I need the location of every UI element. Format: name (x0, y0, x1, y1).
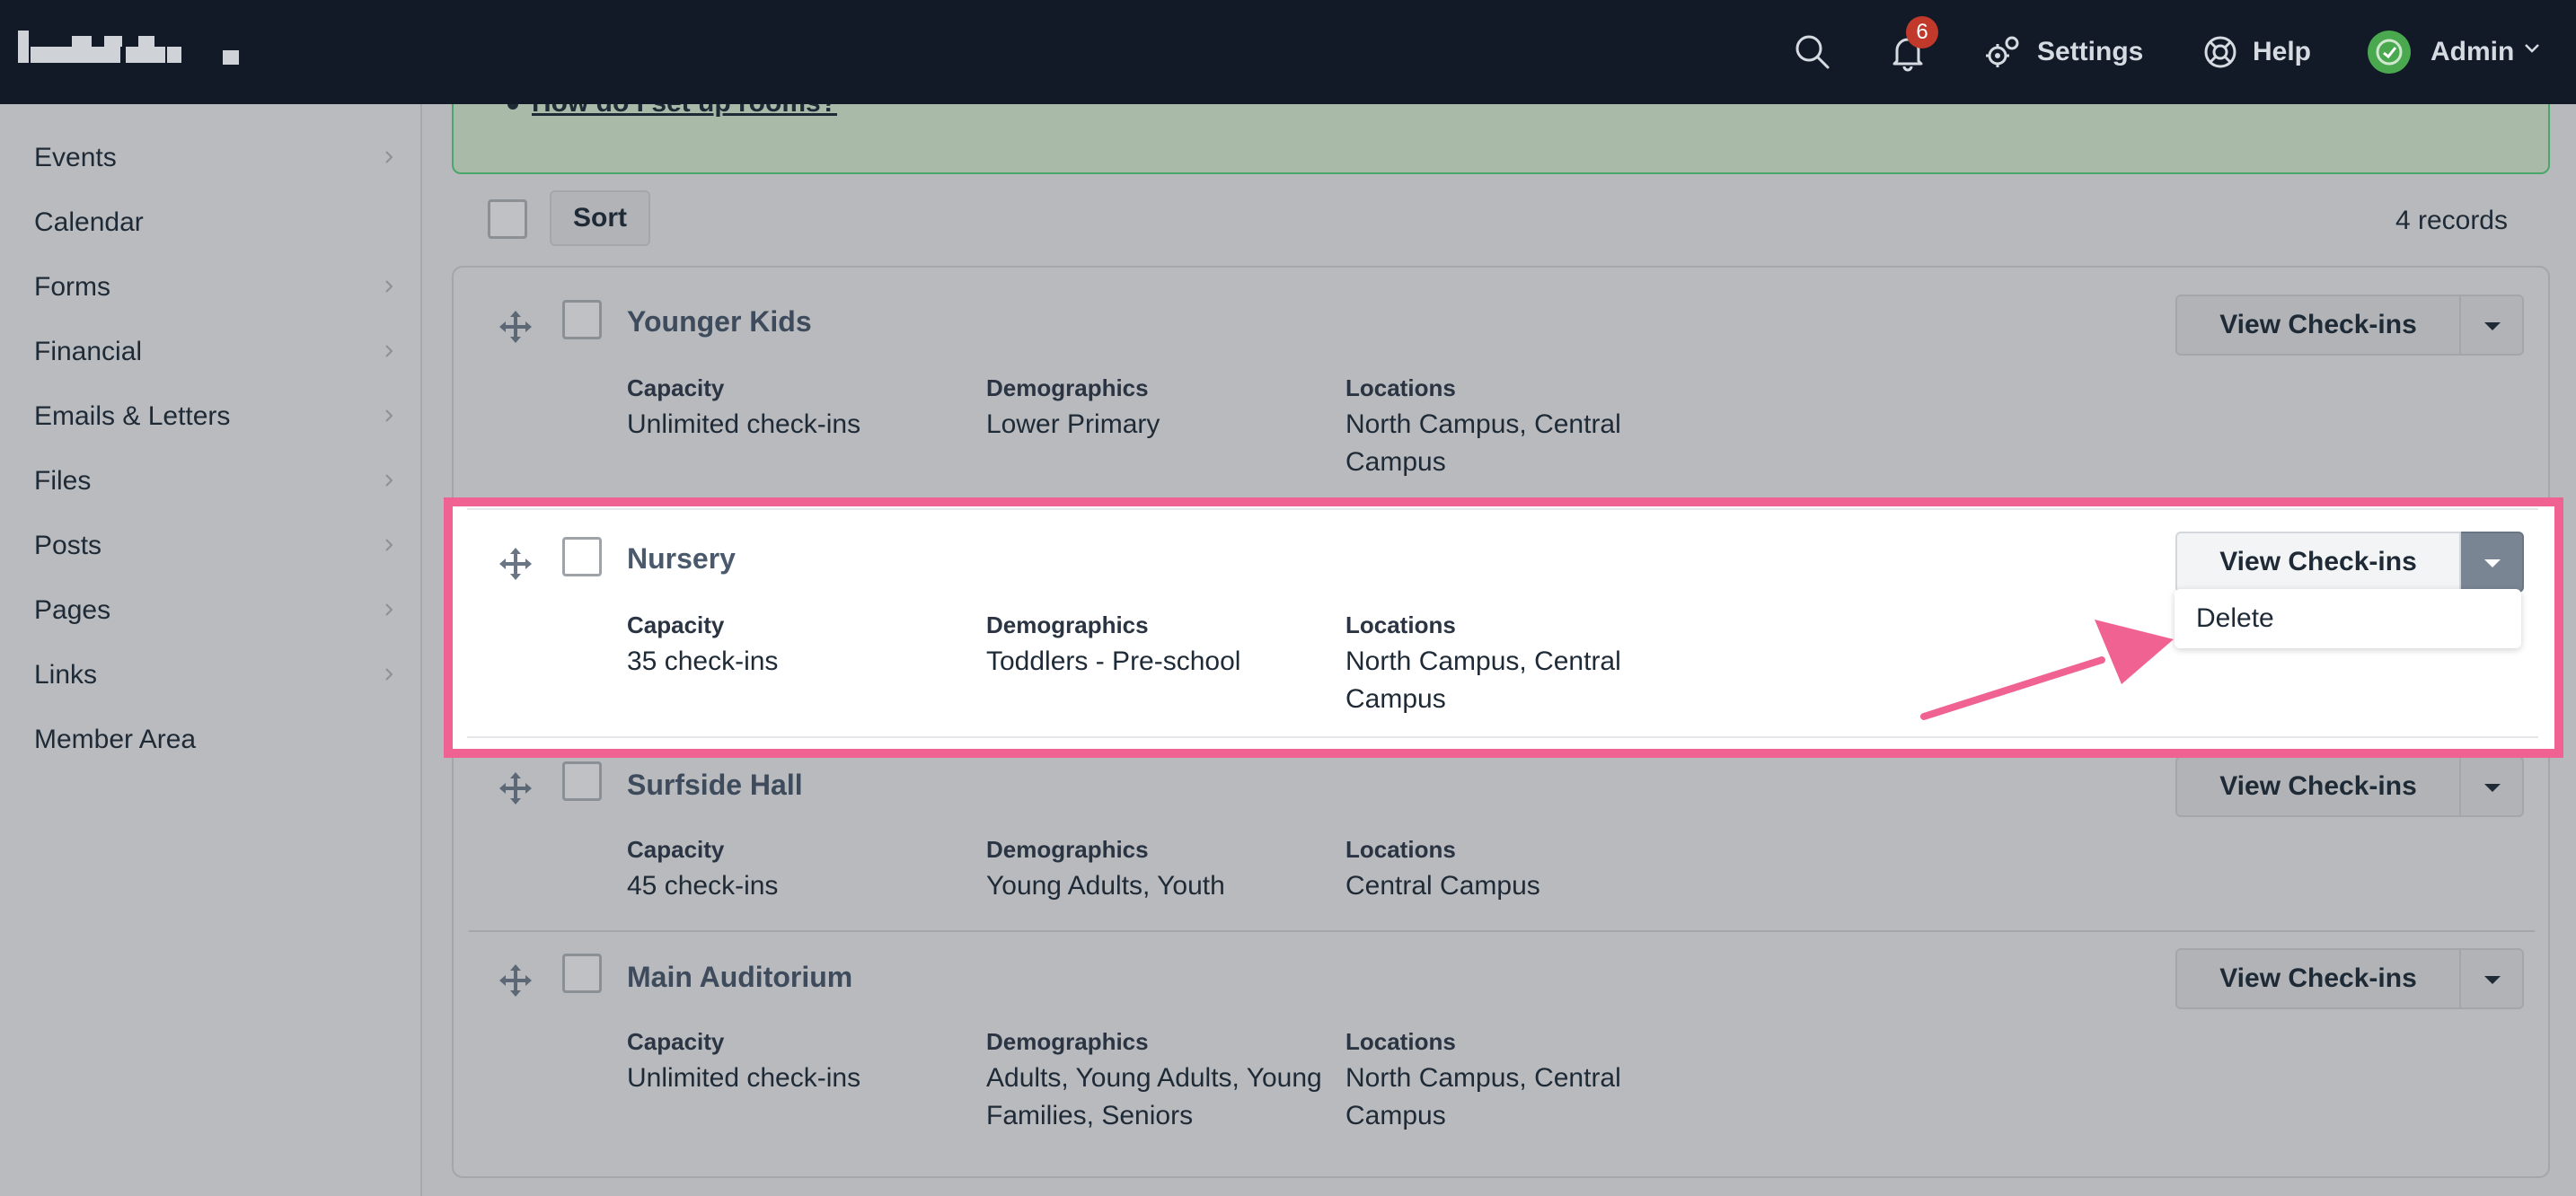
view-checkins-button[interactable]: View Check-ins (2175, 948, 2461, 1009)
row-divider (467, 508, 2538, 510)
sidebar-item-label: Financial (34, 337, 143, 366)
move-icon[interactable] (498, 309, 534, 345)
gear-icon[interactable] (1980, 29, 2026, 75)
move-icon[interactable] (498, 963, 534, 998)
sidebar-item-label: Posts (34, 531, 102, 560)
demographics-value: Toddlers - Pre-school (986, 646, 1241, 676)
select-all-checkbox[interactable] (488, 199, 527, 239)
locations-value: Central Campus (1345, 871, 1540, 901)
row-actions-dropdown-button[interactable] (2461, 948, 2524, 1009)
record-count: 4 records (2395, 206, 2508, 235)
locations-label: Locations (1345, 836, 1456, 863)
chevron-down-icon[interactable] (2520, 36, 2544, 59)
top-navigation-bar: 6 Settings Help Admin (0, 0, 2576, 104)
row-divider (467, 736, 2538, 738)
demographics-value: Lower Primary (986, 409, 1160, 439)
capacity-label: Capacity (627, 611, 725, 638)
app-logo[interactable] (18, 31, 243, 66)
capacity-value: 45 check-ins (627, 871, 779, 901)
row-checkbox[interactable] (562, 300, 602, 339)
sidebar-item-financial[interactable]: Financial (34, 329, 411, 374)
notification-count-badge: 6 (1906, 16, 1938, 48)
locations-label: Locations (1345, 374, 1456, 401)
locations-value: North Campus, Central Campus (1345, 646, 1621, 714)
sidebar-item-label: Emails & Letters (34, 401, 231, 431)
sidebar-item-member-area[interactable]: Member Area (34, 717, 411, 761)
list-item: Surfside Hall Capacity 45 check-ins Demo… (467, 749, 2533, 928)
demographics-label: Demographics (986, 611, 1149, 638)
caret-down-icon (2484, 976, 2501, 984)
sidebar-item-forms[interactable]: Forms (34, 264, 411, 309)
sidebar: Events Calendar Forms Financial Emails &… (0, 104, 422, 1196)
caret-down-icon (2484, 322, 2501, 330)
settings-link[interactable]: Settings (2037, 34, 2143, 70)
row-checkbox[interactable] (562, 537, 602, 576)
locations-value: North Campus, Central Campus (1345, 409, 1621, 477)
avatar[interactable] (2368, 31, 2411, 74)
user-menu-label[interactable]: Admin (2430, 34, 2514, 70)
sort-button[interactable]: Sort (550, 190, 650, 246)
row-actions-dropdown-button[interactable] (2461, 756, 2524, 817)
capacity-value: Unlimited check-ins (627, 1063, 861, 1093)
chevron-right-icon (379, 470, 399, 490)
sidebar-item-label: Links (34, 660, 98, 690)
sidebar-item-events[interactable]: Events (34, 135, 411, 180)
capacity-label: Capacity (627, 836, 725, 863)
sidebar-item-label: Files (34, 466, 92, 496)
capacity-value: Unlimited check-ins (627, 409, 861, 439)
caret-down-icon (2484, 784, 2501, 792)
move-icon[interactable] (498, 546, 534, 582)
chevron-right-icon (379, 535, 399, 555)
room-name[interactable]: Main Auditorium (627, 959, 852, 995)
capacity-label: Capacity (627, 1028, 725, 1055)
view-checkins-button[interactable]: View Check-ins (2175, 295, 2461, 356)
caret-down-icon (2484, 559, 2501, 567)
view-checkins-button[interactable]: View Check-ins (2175, 532, 2461, 593)
chevron-right-icon (379, 277, 399, 296)
room-name[interactable]: Younger Kids (627, 303, 812, 339)
row-actions-dropdown-button[interactable] (2461, 532, 2524, 593)
sidebar-item-label: Forms (34, 272, 110, 302)
sidebar-item-label: Events (34, 143, 117, 172)
list-item: Main Auditorium Capacity Unlimited check… (467, 941, 2533, 1174)
sidebar-item-emails-letters[interactable]: Emails & Letters (34, 393, 411, 438)
demographics-label: Demographics (986, 836, 1149, 863)
chevron-right-icon (379, 147, 399, 167)
demographics-label: Demographics (986, 374, 1149, 401)
room-name[interactable]: Surfside Hall (627, 767, 803, 803)
demographics-value: Young Adults, Youth (986, 871, 1225, 901)
row-checkbox[interactable] (562, 954, 602, 993)
chevron-right-icon (379, 406, 399, 426)
move-icon[interactable] (498, 770, 534, 806)
search-icon[interactable] (1789, 29, 1836, 75)
list-item: Younger Kids Capacity Unlimited check-in… (467, 287, 2533, 512)
sidebar-item-label: Pages (34, 595, 111, 625)
chevron-right-icon (379, 664, 399, 684)
sidebar-item-label: Calendar (34, 207, 144, 237)
sidebar-item-pages[interactable]: Pages (34, 587, 411, 632)
capacity-label: Capacity (627, 374, 725, 401)
sidebar-item-calendar[interactable]: Calendar (34, 199, 411, 244)
view-checkins-button[interactable]: View Check-ins (2175, 756, 2461, 817)
room-name[interactable]: Nursery (627, 541, 736, 576)
row-actions-dropdown-button[interactable] (2461, 295, 2524, 356)
row-divider (469, 930, 2535, 932)
chevron-right-icon (379, 341, 399, 361)
demographics-label: Demographics (986, 1028, 1149, 1055)
locations-value: North Campus, Central Campus (1345, 1063, 1621, 1130)
demographics-value: Adults, Young Adults, Young Families, Se… (986, 1063, 1322, 1130)
sidebar-item-posts[interactable]: Posts (34, 523, 411, 567)
sidebar-item-label: Member Area (34, 725, 197, 754)
sidebar-item-files[interactable]: Files (34, 458, 411, 503)
capacity-value: 35 check-ins (627, 646, 779, 676)
sidebar-item-links[interactable]: Links (34, 652, 411, 697)
help-link[interactable]: Help (2253, 34, 2311, 70)
lifebuoy-icon[interactable] (2197, 29, 2244, 75)
locations-label: Locations (1345, 611, 1456, 638)
locations-label: Locations (1345, 1028, 1456, 1055)
row-checkbox[interactable] (562, 761, 602, 801)
delete-menu-item[interactable]: Delete (2196, 602, 2274, 636)
chevron-right-icon (379, 600, 399, 620)
row-actions-menu: Delete (2175, 589, 2521, 648)
